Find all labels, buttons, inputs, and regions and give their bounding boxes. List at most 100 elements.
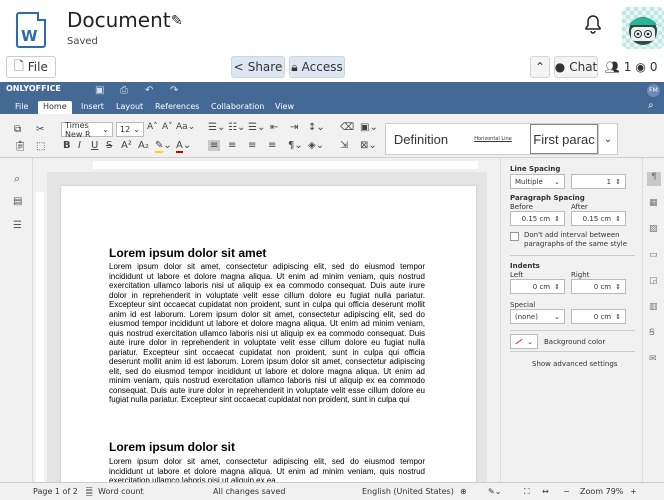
indent-right-input[interactable]: 0 cm ⇕ [571,279,626,294]
header-footer-icon[interactable]: ▭ [649,250,658,260]
align-left-icon[interactable]: ≡ [208,140,221,151]
fit-page-icon[interactable]: ⛶ [524,487,530,497]
paragraph-2[interactable]: Lorem ipsum dolor sit amet, consectetur … [109,457,425,482]
collapse-chevron-button[interactable]: ⌃ [530,56,550,78]
special-indent-select[interactable]: (none) ⌄ [510,309,565,324]
editor-user-avatar[interactable]: FM [647,84,660,97]
styles-more-button[interactable]: ⌄ [598,123,618,155]
document-canvas[interactable]: Lorem ipsum dolor sit amet Lorem ipsum d… [47,172,487,482]
chat-button[interactable]: ● Chat [554,56,598,78]
shape-settings-icon[interactable]: ◲ [649,276,658,286]
navigation-icon[interactable]: ☰ [13,220,22,231]
language-selector[interactable]: English (United States) [362,487,454,496]
copy-style-icon[interactable]: ⇲ [340,140,348,151]
table-settings-icon[interactable]: ▦ [649,198,658,208]
tab-home[interactable]: Home [38,101,72,114]
horizontal-ruler[interactable] [33,158,488,172]
increase-indent-icon[interactable]: ⇥ [290,122,298,133]
justify-icon[interactable]: ≡ [268,140,276,151]
tab-references[interactable]: References [150,101,204,114]
vertical-scrollbar[interactable] [487,158,500,482]
tab-view[interactable]: View [270,101,299,114]
shading-icon[interactable]: ◈⌄ [308,140,324,151]
indent-left-input[interactable]: 0 cm ⇕ [510,279,565,294]
notifications-bell-icon[interactable] [584,14,602,34]
show-advanced-settings-link[interactable]: Show advanced settings [532,360,617,368]
numbering-icon[interactable]: ☷⌄ [228,122,245,133]
tab-layout[interactable]: Layout [111,101,148,114]
highlight-icon[interactable]: ✎⌄ [155,140,172,153]
style-definition[interactable]: Definition [386,124,456,154]
italic-icon[interactable]: I [78,140,81,151]
cut-icon[interactable]: ✂ [36,124,44,135]
chart-settings-icon[interactable]: ▥ [649,302,658,312]
color-scheme-icon[interactable]: ▣⌄ [360,122,378,133]
mail-merge-icon[interactable]: ⊠⌄ [360,140,377,151]
comments-icon[interactable]: ▤ [13,196,22,207]
background-color-picker[interactable]: ⌄ [510,334,538,349]
clear-style-icon[interactable]: ⌫ [340,122,354,133]
font-size-select[interactable]: 12 ⌄ [116,122,144,137]
zoom-out-icon[interactable]: − [563,487,570,496]
change-case-icon[interactable]: Aa⌄ [176,122,195,132]
paragraph-settings-icon[interactable]: ¶ [647,172,661,186]
copy-icon[interactable]: ⧉ [14,124,21,135]
search-icon[interactable]: ⌕ [648,100,654,111]
user-avatar[interactable] [622,7,664,49]
word-count-button[interactable]: Word count [98,487,144,496]
access-button[interactable]: 🔒︎ Access [289,56,345,78]
line-spacing-icon[interactable]: ↕⌄ [308,122,325,133]
superscript-icon[interactable]: A² [121,140,132,151]
bullets-icon[interactable]: ☰⌄ [208,122,225,133]
track-changes-icon[interactable]: ✎⌄ [488,487,501,496]
font-color-icon[interactable]: A⌄ [176,140,191,153]
zoom-in-icon[interactable]: + [630,487,637,496]
fit-width-icon[interactable]: ↔ [542,487,549,496]
line-spacing-value-input[interactable]: 1 ⇕ [571,174,626,189]
share-button[interactable]: < Share [231,56,285,78]
decrease-indent-icon[interactable]: ⇤ [270,122,278,133]
strikethrough-icon[interactable]: S [106,140,112,151]
document-page[interactable]: Lorem ipsum dolor sit amet Lorem ipsum d… [61,186,476,482]
globe-icon[interactable]: ⊕ [460,487,467,496]
tab-collaboration[interactable]: Collaboration [206,101,269,114]
decrease-font-icon[interactable]: A˅ [162,122,173,132]
undo-icon[interactable]: ↶ [145,85,153,96]
save-icon[interactable]: ▣ [95,85,104,96]
heading-1[interactable]: Lorem ipsum dolor sit amet [109,246,266,260]
special-amount-input[interactable]: 0 cm ⇕ [571,309,626,324]
file-button[interactable]: 🗋 File [6,56,56,78]
align-right-icon[interactable]: ≡ [248,140,256,151]
paragraph-1[interactable]: Lorem ipsum dolor sit amet, consectetur … [109,262,425,405]
underline-icon[interactable]: U [91,140,98,151]
paste-icon[interactable]: 📋︎ [14,141,27,152]
redo-icon[interactable]: ↷ [170,85,178,96]
line-spacing-mode-select[interactable]: Multiple ⌄ [510,174,565,189]
subscript-icon[interactable]: A₂ [138,140,149,151]
tab-insert[interactable]: Insert [76,101,109,114]
find-icon[interactable]: ⌕ [14,172,20,186]
multilevel-list-icon[interactable]: ☰⌄ [248,122,265,133]
style-horizontal-line[interactable]: Horizontal Line [458,124,528,154]
font-name-select[interactable]: Times New R ⌄ [61,121,113,139]
spacing-after-input[interactable]: 0.15 cm ⇕ [571,211,626,226]
mail-merge-settings-icon[interactable]: ✉ [649,354,657,364]
bold-icon[interactable]: B [63,140,71,151]
image-settings-icon[interactable]: ▨ [649,224,658,234]
vertical-ruler[interactable] [33,172,47,482]
dont-add-interval-checkbox[interactable] [510,232,519,241]
align-center-icon[interactable]: ≡ [228,140,236,151]
select-all-icon[interactable]: ⬚ [36,141,45,152]
style-first-paragraph[interactable]: First parac [530,124,598,154]
heading-2[interactable]: Lorem ipsum dolor sit [109,440,235,454]
rename-pencil-icon[interactable]: ✎ [171,13,183,29]
tab-file[interactable]: File [10,101,33,114]
page-indicator[interactable]: Page 1 of 2 [33,487,78,496]
paragraph-marks-icon[interactable]: ¶⌄ [288,140,303,151]
participants-indicator[interactable]: 👥︎ 1 ◉ 0 [603,56,659,78]
increase-font-icon[interactable]: A˄ [147,122,158,132]
spacing-before-input[interactable]: 0.15 cm ⇕ [510,211,565,226]
document-title[interactable]: Document [67,8,171,32]
text-art-icon[interactable]: Ꞩ [649,328,655,338]
print-icon[interactable]: ⎙ [120,85,128,96]
